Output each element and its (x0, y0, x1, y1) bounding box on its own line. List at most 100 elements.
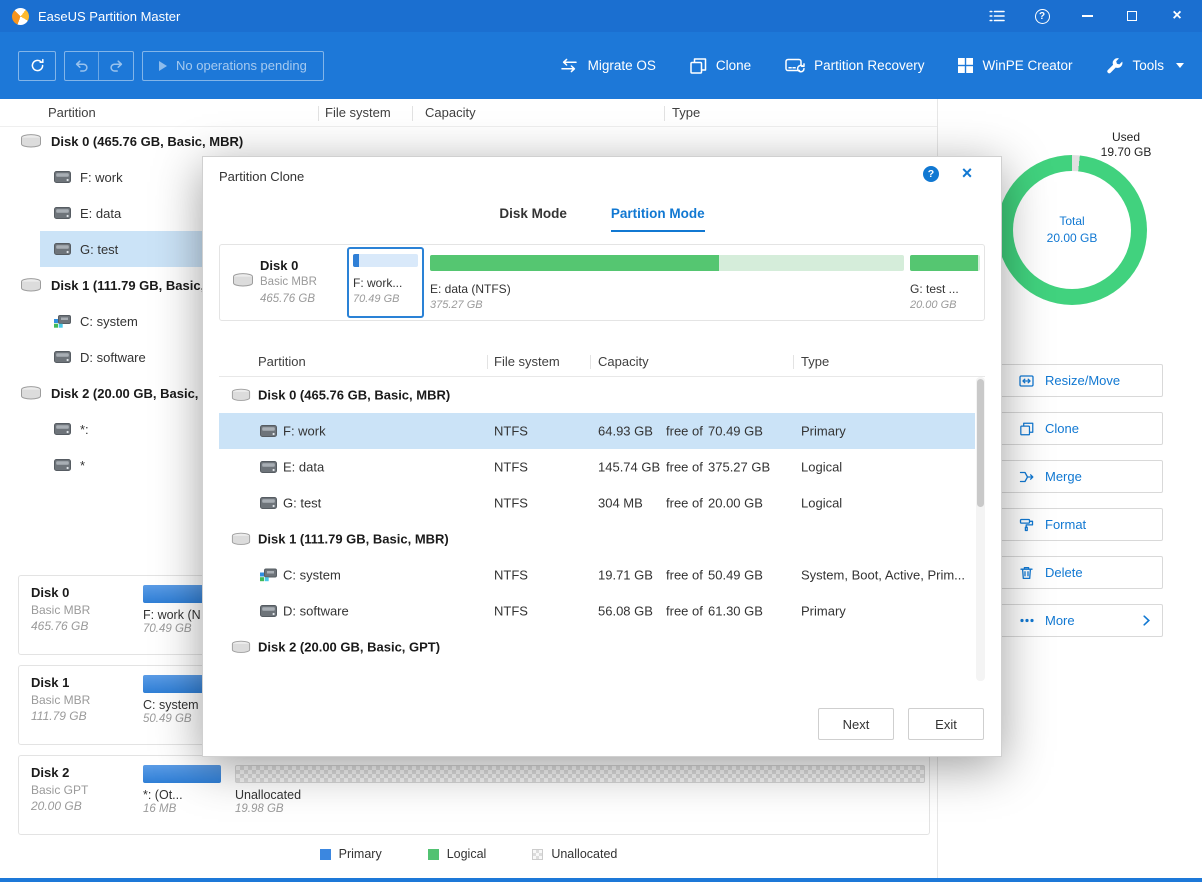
table-row-e-data[interactable]: E: data NTFS 145.74 GB free of 375.27 GB… (219, 449, 975, 485)
more-label: More (1045, 613, 1075, 628)
format-button[interactable]: Format (1000, 508, 1163, 541)
undo-button[interactable] (65, 52, 99, 80)
row-type: System, Boot, Active, Prim... (801, 568, 965, 583)
table-row-disk0[interactable]: Disk 0 (465.76 GB, Basic, MBR) (219, 377, 975, 413)
block-size: 20.00 GB (910, 299, 980, 311)
tab-partition-mode[interactable]: Partition Mode (611, 206, 705, 232)
format-icon (1018, 518, 1035, 532)
pending-operations-button[interactable]: No operations pending (142, 51, 324, 81)
tools-wrench-icon (1106, 57, 1123, 74)
partition-block-unallocated[interactable]: Unallocated 19.98 GB (235, 765, 925, 825)
column-type: Type (801, 354, 829, 369)
row-file-system: NTFS (494, 568, 528, 583)
total-value: 20.00 GB (1047, 230, 1098, 247)
row-free-of: free of (666, 460, 703, 475)
tree-item-disk0[interactable]: Disk 0 (465.76 GB, Basic, MBR) (0, 123, 937, 159)
disk-name: Disk 1 (31, 675, 143, 690)
next-button[interactable]: Next (818, 708, 894, 740)
strip-disk-size: 465.76 GB (260, 291, 317, 308)
partition-size: 19.98 GB (235, 803, 925, 815)
partition-recovery-button[interactable]: Partition Recovery (785, 58, 924, 74)
resize-move-icon (1018, 374, 1035, 388)
disk1-info: Disk 1 Basic MBR 111.79 GB (31, 675, 143, 735)
disk-icon (232, 273, 254, 287)
winpe-creator-button[interactable]: WinPE Creator (958, 58, 1072, 73)
row-total-space: 375.27 GB (708, 460, 770, 475)
row-label: E: data (283, 460, 324, 475)
disk-icon (231, 641, 251, 654)
table-row-d-software[interactable]: D: software NTFS 56.08 GB free of 61.30 … (219, 593, 975, 629)
resize-move-label: Resize/Move (1045, 373, 1120, 388)
partition-label: Unallocated (235, 788, 925, 802)
tools-button[interactable]: Tools (1106, 57, 1184, 74)
partition-label: *: (Ot... (143, 788, 221, 802)
disk-icon (231, 533, 251, 546)
strip-block-e-data[interactable]: E: data (NTFS) 375.27 GB (430, 255, 904, 311)
disk-size: 111.79 GB (31, 709, 143, 723)
table-row-disk2[interactable]: Disk 2 (20.00 GB, Basic, GPT) (219, 629, 975, 665)
used-label: Used (1093, 130, 1159, 145)
table-scrollbar[interactable] (976, 377, 985, 681)
total-label: Total (1059, 213, 1084, 230)
refresh-button[interactable] (18, 51, 56, 81)
close-button[interactable]: × (1168, 7, 1186, 25)
clone-action-button[interactable]: Clone (1000, 412, 1163, 445)
table-row-disk1[interactable]: Disk 1 (111.79 GB, Basic, MBR) (219, 521, 975, 557)
strip-block-g-test[interactable]: G: test ... 20.00 GB (910, 255, 980, 311)
disk-size: 465.76 GB (31, 619, 143, 633)
redo-button[interactable] (99, 52, 133, 80)
disk2-map-card[interactable]: Disk 2 Basic GPT 20.00 GB *: (Ot... 16 M… (18, 755, 930, 835)
used-space-label: Used 19.70 GB (1093, 130, 1159, 160)
legend-logical-label: Logical (447, 847, 487, 861)
exit-button[interactable]: Exit (908, 708, 984, 740)
tree-item-label: E: data (80, 206, 121, 221)
row-file-system: NTFS (494, 424, 528, 439)
disk-icon (20, 278, 42, 292)
resize-move-button[interactable]: Resize/Move (1000, 364, 1163, 397)
row-free-of: free of (666, 496, 703, 511)
block-label: G: test ... (910, 282, 980, 296)
partition-recovery-icon (785, 58, 805, 74)
migrate-os-icon (559, 58, 579, 73)
merge-label: Merge (1045, 469, 1082, 484)
clone-toolbar-button[interactable]: Clone (690, 58, 751, 74)
tree-item-label: Disk 1 (111.79 GB, Basic, (51, 278, 204, 293)
disk-icon (231, 389, 251, 402)
strip-block-f-work-selected[interactable]: F: work... 70.49 GB (347, 247, 424, 318)
dialog-close-icon[interactable]: × (956, 162, 978, 184)
dialog-table-header: Partition File system Capacity Type (219, 347, 985, 377)
delete-button[interactable]: Delete (1000, 556, 1163, 589)
partition-block-other[interactable]: *: (Ot... 16 MB (143, 765, 221, 825)
table-row-f-work[interactable]: F: work NTFS 64.93 GB free of 70.49 GB P… (219, 413, 975, 449)
bottom-accent-bar (0, 878, 1202, 882)
more-button[interactable]: More (1000, 604, 1163, 637)
maximize-button[interactable] (1123, 7, 1141, 25)
help-question-glyph: ? (1035, 9, 1050, 24)
row-label: Disk 2 (20.00 GB, Basic, GPT) (258, 640, 440, 655)
operations-list-icon[interactable] (988, 7, 1006, 25)
table-row-c-system[interactable]: C: system NTFS 19.71 GB free of 50.49 GB… (219, 557, 975, 593)
row-free-space: 64.93 GB (598, 424, 653, 439)
help-icon[interactable]: ? (1033, 7, 1051, 25)
winpe-creator-icon (958, 58, 973, 73)
migrate-os-button[interactable]: Migrate OS (559, 58, 656, 73)
partition-clone-dialog: Partition Clone ? × Disk Mode Partition … (202, 156, 1002, 757)
column-separator (590, 355, 591, 369)
row-type: Logical (801, 496, 842, 511)
clone-action-label: Clone (1045, 421, 1079, 436)
dialog-help-icon[interactable]: ? (923, 166, 939, 182)
row-type: Logical (801, 460, 842, 475)
table-row-g-test[interactable]: G: test NTFS 304 MB free of 20.00 GB Log… (219, 485, 975, 521)
format-label: Format (1045, 517, 1086, 532)
merge-button[interactable]: Merge (1000, 460, 1163, 493)
scrollbar-thumb[interactable] (977, 379, 984, 507)
block-label: F: work... (353, 276, 418, 290)
tools-label: Tools (1132, 58, 1164, 73)
row-label: Disk 1 (111.79 GB, Basic, MBR) (258, 532, 449, 547)
minimize-button[interactable] (1078, 7, 1096, 25)
row-free-space: 56.08 GB (598, 604, 653, 619)
row-free-of: free of (666, 568, 703, 583)
tree-item-label: G: test (80, 242, 118, 257)
app-logo-icon (12, 8, 29, 25)
tab-disk-mode[interactable]: Disk Mode (499, 206, 567, 232)
